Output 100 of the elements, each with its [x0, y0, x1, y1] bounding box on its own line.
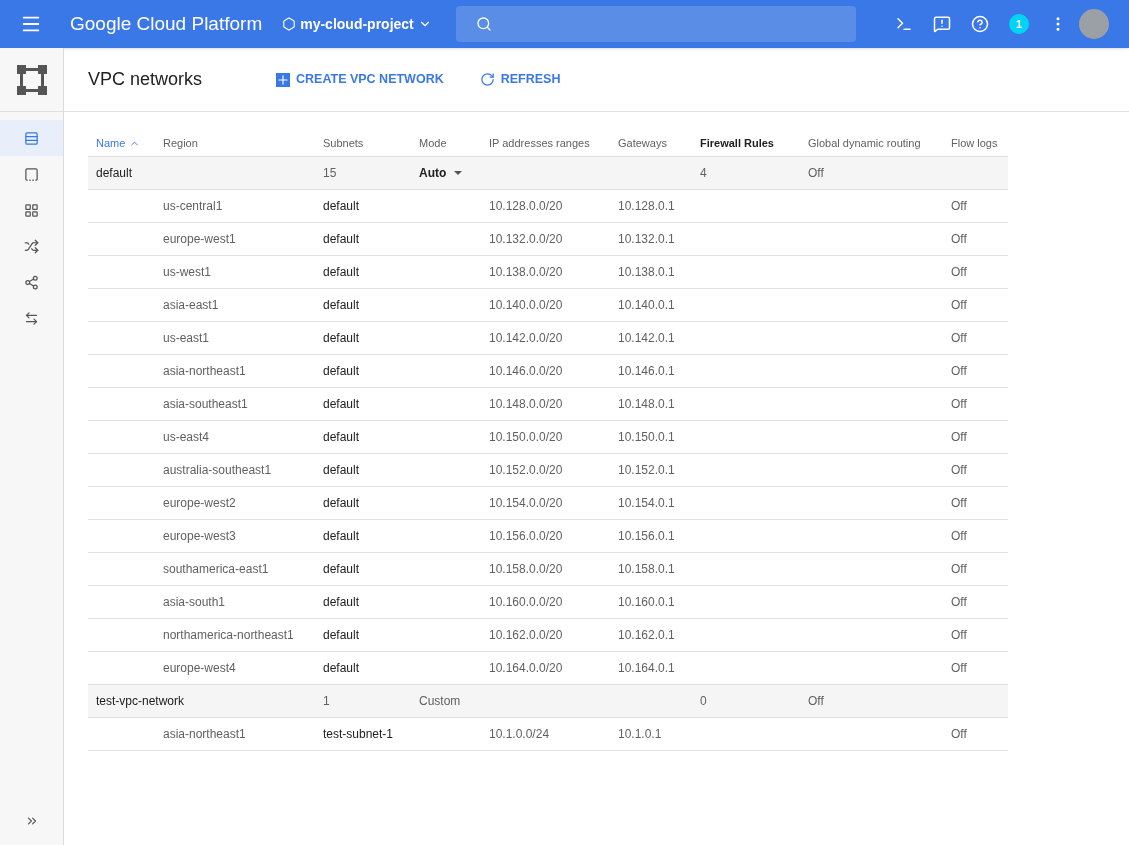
- region-name: europe-west4: [163, 660, 236, 677]
- gateway-address: 10.1.0.1: [618, 726, 662, 743]
- network-row[interactable]: default 15 Auto 4 Off: [88, 157, 1008, 190]
- project-selector[interactable]: my-cloud-project: [282, 13, 432, 35]
- flow-logs-status: Off: [951, 495, 967, 512]
- subnet-count: 1: [323, 693, 330, 710]
- rows-icon: [24, 130, 39, 146]
- gateway-address: 10.140.0.1: [618, 297, 675, 314]
- square-icon: [24, 166, 39, 182]
- ip-range: 10.148.0.0/20: [489, 396, 563, 413]
- network-logo-icon: [16, 64, 47, 95]
- region-name: australia-southeast1: [163, 462, 272, 479]
- region-name: us-east1: [163, 330, 210, 347]
- gateway-address: 10.160.0.1: [618, 594, 675, 611]
- firewall-rule-count: 0: [700, 693, 707, 710]
- dynamic-routing-status: Off: [808, 165, 824, 182]
- page-title: VPC networks: [88, 68, 204, 91]
- ip-range: 10.160.0.0/20: [489, 594, 563, 611]
- sidebar-item[interactable]: [0, 120, 63, 156]
- ip-range: 10.132.0.0/20: [489, 231, 563, 248]
- subnet-name: default: [323, 198, 360, 215]
- region-name: europe-west1: [163, 231, 236, 248]
- subnet-count: 15: [323, 165, 337, 182]
- firewall-rule-count: 4: [700, 165, 707, 182]
- subnet-name: default: [323, 528, 360, 545]
- column-header[interactable]: Flow logs: [951, 134, 998, 152]
- column-header[interactable]: Subnets: [323, 134, 364, 152]
- help-icon[interactable]: [971, 15, 989, 33]
- flow-logs-status: Off: [951, 594, 967, 611]
- flow-logs-status: Off: [951, 627, 967, 644]
- ip-range: 10.140.0.0/20: [489, 297, 563, 314]
- ip-range: 10.152.0.0/20: [489, 462, 563, 479]
- flow-logs-status: Off: [951, 660, 967, 677]
- search-field[interactable]: [455, 6, 856, 42]
- gateway-address: 10.154.0.1: [618, 495, 675, 512]
- subnet-name: default: [323, 627, 360, 644]
- caret-icon: [454, 171, 463, 175]
- subnet-name: default: [323, 231, 360, 248]
- ip-range: 10.150.0.0/20: [489, 429, 563, 446]
- mode-text: Custom: [419, 693, 461, 710]
- column-header[interactable]: Global dynamic routing: [808, 134, 921, 152]
- subnet-name: default: [323, 363, 360, 380]
- gateway-address: 10.148.0.1: [618, 396, 675, 413]
- region-name: us-west1: [163, 264, 212, 281]
- flow-logs-status: Off: [951, 462, 967, 479]
- nodes-icon: [24, 274, 39, 290]
- ip-range: 10.1.0.0/24: [489, 726, 550, 743]
- flow-logs-status: Off: [951, 198, 967, 215]
- ip-range: 10.146.0.0/20: [489, 363, 563, 380]
- gateway-address: 10.128.0.1: [618, 198, 675, 215]
- column-header[interactable]: Mode: [419, 134, 447, 152]
- mode-dropdown[interactable]: Auto: [419, 164, 463, 182]
- gateway-address: 10.162.0.1: [618, 627, 675, 644]
- ip-range: 10.164.0.0/20: [489, 660, 563, 677]
- subnet-name: default: [323, 561, 360, 578]
- subnet-name: default: [323, 264, 360, 281]
- grid-icon: [24, 202, 39, 218]
- region-name: southamerica-east1: [163, 561, 269, 578]
- column-header[interactable]: Gateways: [618, 134, 667, 152]
- plus-icon: [276, 72, 290, 87]
- region-name: asia-east1: [163, 297, 219, 314]
- network-row[interactable]: test-vpc-network 1 Custom 0 Off: [88, 685, 1008, 718]
- gateway-address: 10.156.0.1: [618, 528, 675, 545]
- flow-logs-status: Off: [951, 396, 967, 413]
- gateway-address: 10.142.0.1: [618, 330, 675, 347]
- gateway-address: 10.132.0.1: [618, 231, 675, 248]
- ip-range: 10.156.0.0/20: [489, 528, 563, 545]
- subnet-name: test-subnet-1: [323, 726, 394, 743]
- column-header[interactable]: IP addresses ranges: [489, 134, 590, 152]
- brand-name: Google Cloud Platform: [70, 11, 263, 36]
- flow-logs-status: Off: [951, 231, 967, 248]
- flow-logs-status: Off: [951, 528, 967, 545]
- subnet-name: default: [323, 396, 360, 413]
- flow-logs-status: Off: [951, 297, 967, 314]
- create-button[interactable]: CREATE VPC NETWORK: [276, 70, 444, 89]
- subnet-name: default: [323, 660, 360, 677]
- subnet-name: default: [323, 495, 360, 512]
- refresh-button[interactable]: REFRESH: [479, 70, 561, 89]
- column-header[interactable]: Region: [163, 134, 198, 152]
- column-header[interactable]: Name: [96, 134, 141, 152]
- subnet-name: default: [323, 594, 360, 611]
- region-name: us-east4: [163, 429, 210, 446]
- flow-logs-status: Off: [951, 363, 967, 380]
- region-name: asia-northeast1: [163, 363, 246, 380]
- subnet-name: default: [323, 462, 360, 479]
- ip-range: 10.138.0.0/20: [489, 264, 563, 281]
- ip-range: 10.154.0.0/20: [489, 495, 563, 512]
- terminal-icon[interactable]: [895, 15, 913, 33]
- flow-logs-status: Off: [951, 264, 967, 281]
- network-name: test-vpc-network: [96, 693, 185, 710]
- flow-logs-status: Off: [951, 429, 967, 446]
- ip-range: 10.142.0.0/20: [489, 330, 563, 347]
- gateway-address: 10.152.0.1: [618, 462, 675, 479]
- gateway-address: 10.138.0.1: [618, 264, 675, 281]
- dynamic-routing-status: Off: [808, 693, 824, 710]
- gateway-address: 10.150.0.1: [618, 429, 675, 446]
- flow-logs-status: Off: [951, 726, 967, 743]
- column-header[interactable]: Firewall Rules: [700, 134, 774, 152]
- alert-icon[interactable]: [933, 15, 951, 33]
- ip-range: 10.162.0.0/20: [489, 627, 563, 644]
